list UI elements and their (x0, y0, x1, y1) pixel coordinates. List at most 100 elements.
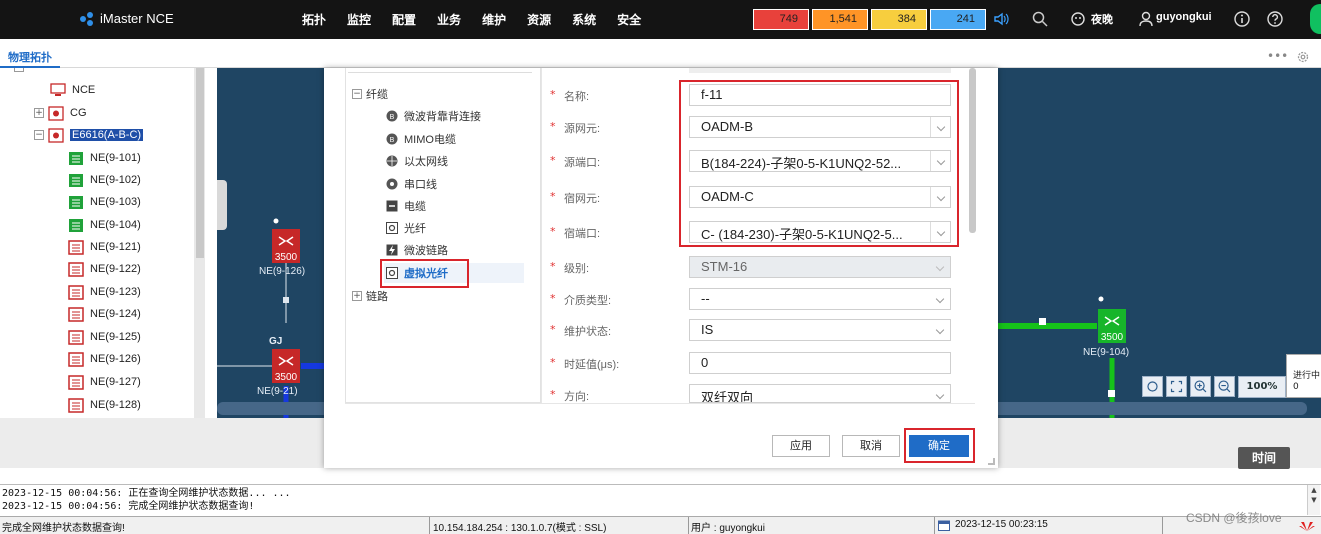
ne-node-icon[interactable]: 3500 (271, 228, 301, 264)
tree-item-ne[interactable]: NE(9-126) (68, 349, 141, 369)
alarm-warning-count[interactable]: 241 (930, 9, 986, 30)
ethernet-icon (386, 155, 398, 167)
top-bar: iMaster NCE 拓扑 监控 配置 业务 维护 资源 系统 安全 749 … (0, 0, 1321, 39)
ne-green-icon (69, 173, 83, 187)
side-panel-toggle[interactable] (1310, 4, 1321, 34)
theme-icon[interactable] (1069, 10, 1087, 28)
ne-green-icon (69, 218, 83, 232)
info-icon[interactable] (1233, 10, 1251, 28)
ne-red-icon (68, 329, 84, 345)
ne-node-icon[interactable]: 3500 (1097, 308, 1127, 344)
form-row-delay: * 时延值(μs): 0 (550, 352, 970, 374)
link-type-group-fiber[interactable]: − 纤缆 (352, 84, 388, 104)
medium-select[interactable]: -- (689, 288, 951, 310)
tab-physical-topology[interactable]: 物理拓扑 (0, 45, 60, 68)
link-type-fiber[interactable]: 光纤 (386, 218, 426, 238)
link-type-cable[interactable]: 电缆 (386, 196, 426, 216)
tree-item-ne[interactable]: NE(9-128) (68, 395, 141, 415)
tree-item-ne[interactable]: NE(9-121) (68, 237, 141, 257)
tree-item-ne[interactable]: NE(9-125) (68, 327, 141, 347)
nav-resource[interactable]: 资源 (527, 11, 551, 28)
svg-text:B: B (390, 114, 395, 121)
alarm-major-count[interactable]: 1,541 (812, 9, 868, 30)
collapse-icon[interactable]: − (34, 130, 44, 140)
gear-icon[interactable] (1296, 50, 1310, 64)
chevron-down-icon (930, 257, 950, 277)
status-user: 用户 : guyongkui (691, 523, 765, 534)
direction-select[interactable]: 双纤双向 (689, 384, 951, 403)
alarm-minor-count[interactable]: 384 (871, 9, 927, 30)
app-logo[interactable]: iMaster NCE (80, 11, 174, 26)
svg-text:3500: 3500 (1101, 332, 1124, 343)
maintenance-state-select[interactable]: IS (689, 319, 951, 341)
nav-system[interactable]: 系统 (572, 11, 596, 28)
ok-button[interactable]: 确定 (909, 435, 969, 457)
tree-collapse-handle[interactable] (217, 180, 227, 230)
expand-icon[interactable]: + (34, 108, 44, 118)
ne-tree: − NCE + CG − E6616(A-B-C) NE(9-101) NE(9… (0, 68, 207, 418)
tree-scrollbar-thumb[interactable] (196, 68, 204, 258)
tree-item-ne[interactable]: NE(9-123) (68, 282, 141, 302)
watermark: CSDN @後孩love (1186, 511, 1282, 525)
user-icon[interactable] (1137, 10, 1155, 28)
tree-group-e6616[interactable]: − E6616(A-B-C) (34, 125, 144, 145)
alarm-critical-count[interactable]: 749 (753, 9, 809, 30)
chevron-down-icon[interactable] (930, 320, 950, 340)
log-scrollbar[interactable]: ▲ ▼ (1307, 485, 1320, 515)
main-nav: 拓扑 监控 配置 业务 维护 资源 系统 安全 (302, 11, 662, 28)
info-icon[interactable] (1142, 376, 1163, 397)
microwave-b2b-icon: B (386, 110, 398, 122)
tree-item-ne[interactable]: NE(9-102) (68, 170, 141, 190)
mimo-cable-icon: B (386, 133, 398, 145)
virtual-fiber-highlight (380, 259, 469, 288)
nav-topology[interactable]: 拓扑 (302, 11, 326, 28)
zoom-out-icon[interactable] (1214, 376, 1235, 397)
tree-group-cg[interactable]: + CG (34, 103, 87, 123)
link-type-ethernet[interactable]: 以太网线 (386, 151, 448, 171)
expand-icon[interactable]: + (352, 291, 362, 301)
link-type-group-link[interactable]: + 链路 (352, 286, 388, 306)
nav-security[interactable]: 安全 (617, 11, 641, 28)
username[interactable]: guyongkui (1156, 11, 1212, 23)
tree-item-ne[interactable]: NE(9-101) (68, 148, 141, 168)
search-icon[interactable] (1031, 10, 1049, 28)
link-type-mimo-cable[interactable]: B MIMO电缆 (386, 129, 456, 149)
log-line: 2023-12-15 00:04:56: 正在查询全网维护状态数据... ... (2, 488, 291, 499)
svg-text:3500: 3500 (275, 372, 298, 383)
fit-view-icon[interactable] (1166, 376, 1187, 397)
more-icon[interactable]: ••• (1267, 49, 1288, 63)
nav-maintenance[interactable]: 维护 (482, 11, 506, 28)
collapse-icon[interactable]: − (352, 89, 362, 99)
resize-grip-icon[interactable] (988, 458, 995, 465)
tree-item-ne[interactable]: NE(9-124) (68, 304, 141, 324)
form-scrollbar[interactable] (969, 68, 976, 233)
link-type-microwave-b2b[interactable]: B 微波背靠背连接 (386, 106, 481, 126)
zoom-in-icon[interactable] (1190, 376, 1211, 397)
apply-button[interactable]: 应用 (772, 435, 830, 457)
nav-monitor[interactable]: 监控 (347, 11, 371, 28)
chevron-down-icon[interactable] (930, 385, 950, 402)
link-type-microwave-link[interactable]: 微波链路 (386, 240, 448, 260)
link-type-serial[interactable]: 串口线 (386, 174, 437, 194)
ne-red-icon (68, 397, 84, 413)
ne-node-icon[interactable]: 3500 (271, 348, 301, 384)
theme-label[interactable]: 夜晚 (1091, 11, 1113, 27)
tree-item-ne[interactable]: NE(9-122) (68, 259, 141, 279)
group-icon (48, 127, 64, 143)
time-button[interactable]: 时间 (1238, 447, 1290, 469)
tree-item-nce[interactable]: NCE (50, 80, 95, 100)
sound-icon[interactable] (993, 10, 1011, 28)
tree-item-ne[interactable]: NE(9-127) (68, 372, 141, 392)
cancel-button[interactable]: 取消 (842, 435, 900, 457)
ne-red-icon (68, 306, 84, 322)
nav-service[interactable]: 业务 (437, 11, 461, 28)
delay-input[interactable]: 0 (689, 352, 951, 374)
zoom-level[interactable]: 100% (1238, 376, 1286, 398)
help-icon[interactable] (1266, 10, 1284, 28)
svg-text:3500: 3500 (275, 252, 298, 263)
tree-item-ne[interactable]: NE(9-103) (68, 192, 141, 212)
zoom-toolbar (1142, 376, 1238, 398)
tree-item-ne[interactable]: NE(9-104) (68, 215, 141, 235)
chevron-down-icon[interactable] (930, 289, 950, 309)
nav-config[interactable]: 配置 (392, 11, 416, 28)
